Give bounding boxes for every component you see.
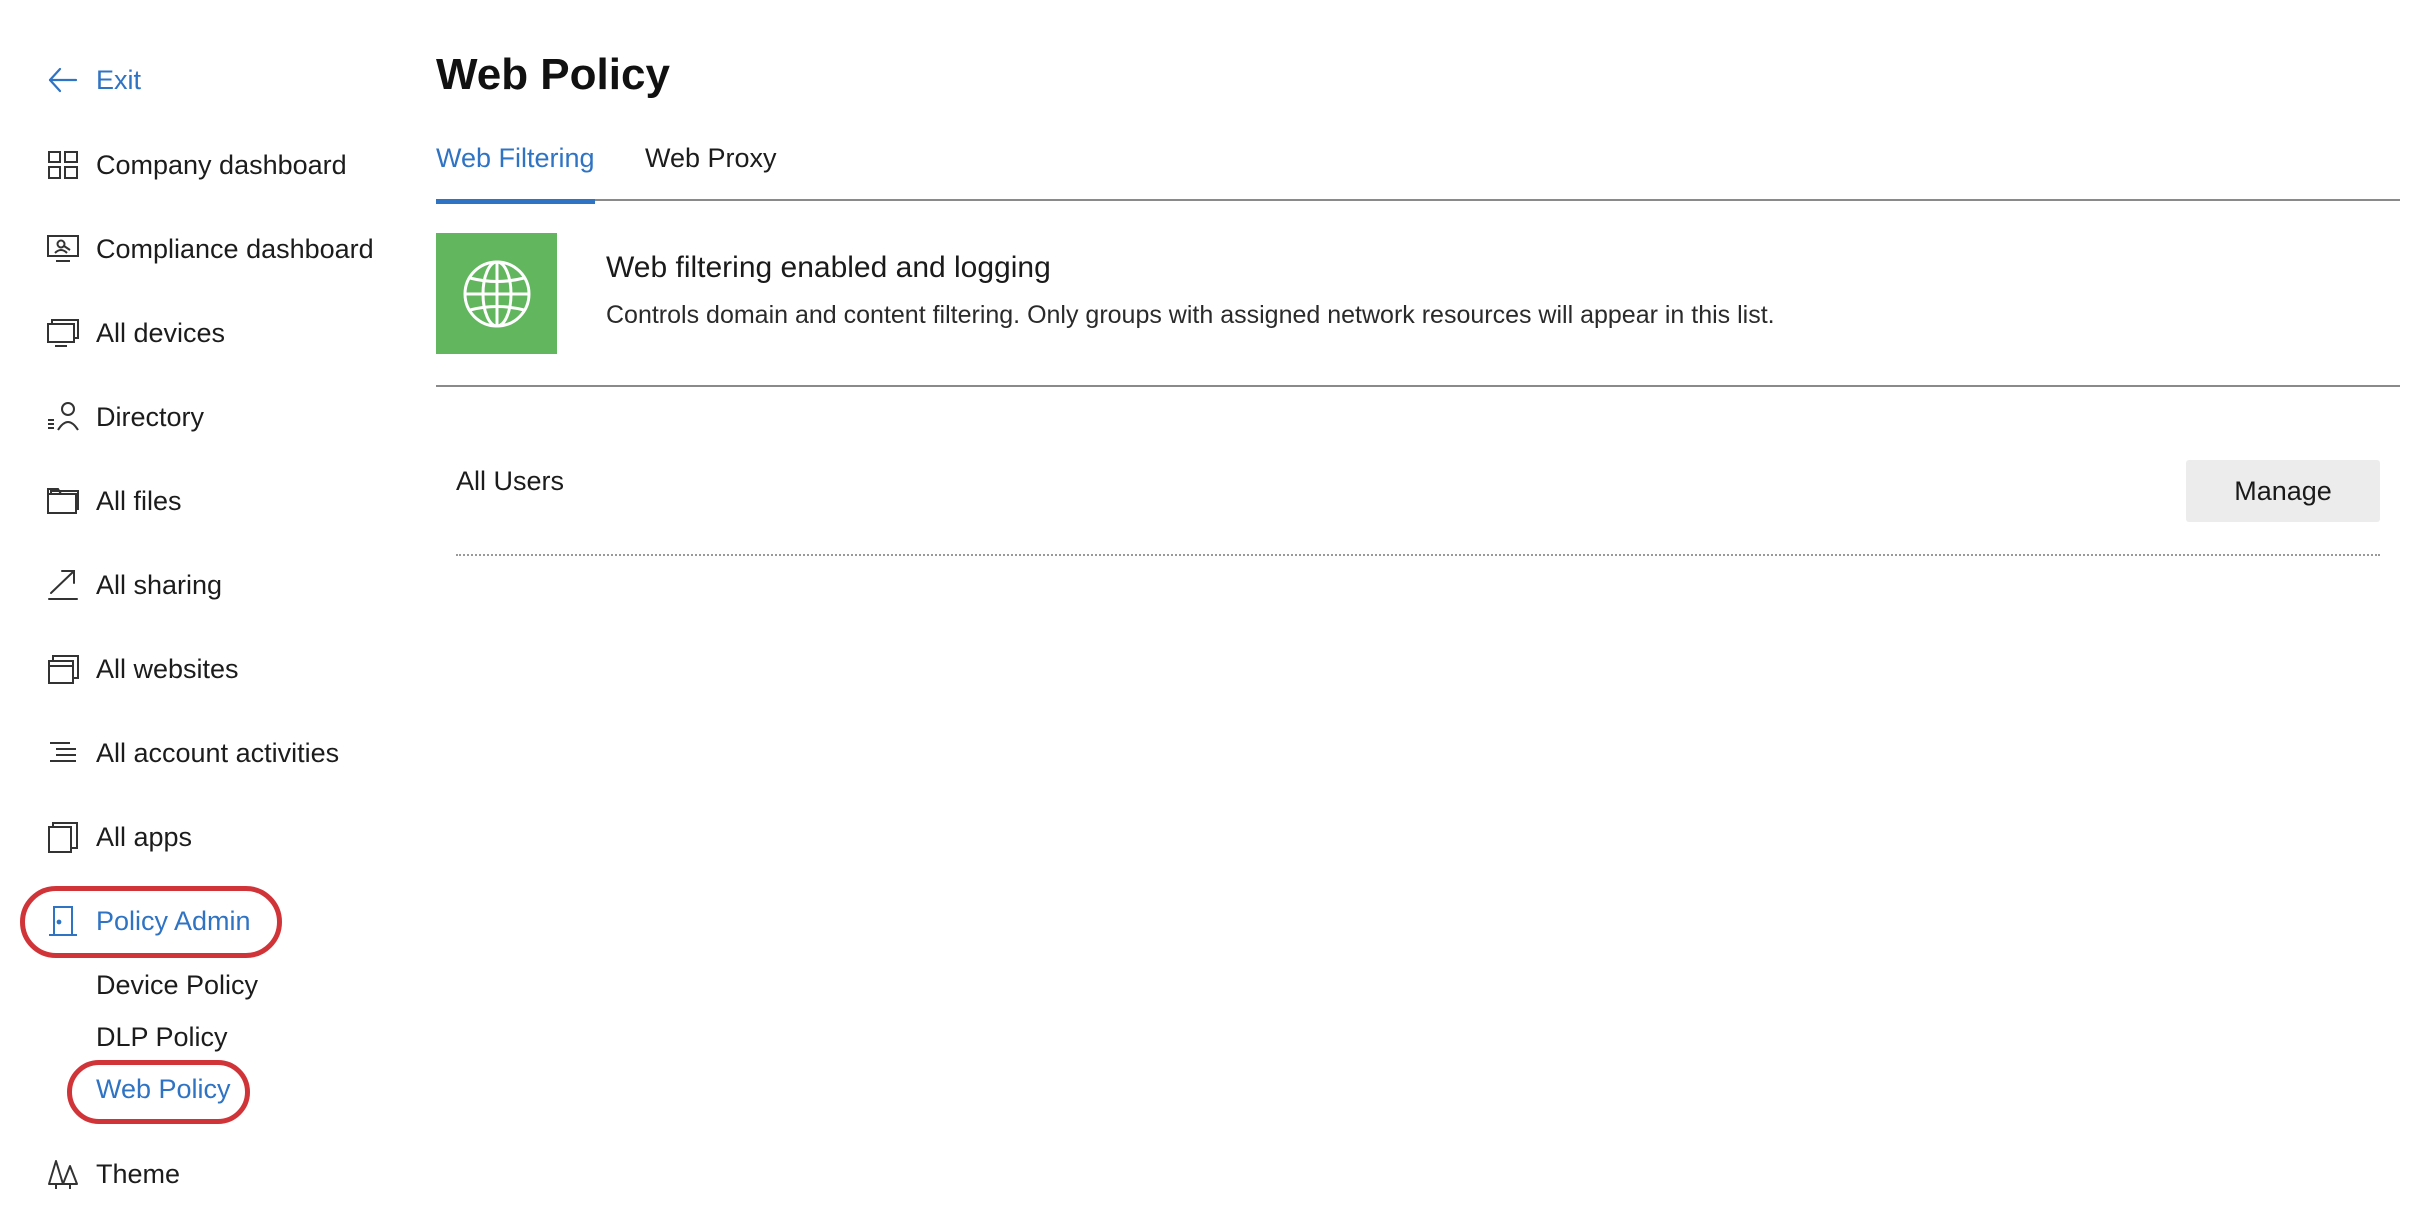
- tab-bar: Web Filtering Web Proxy: [436, 135, 2400, 204]
- feature-title: Web filtering enabled and logging: [606, 251, 1051, 284]
- feature-summary: Web filtering enabled and logging Contro…: [436, 233, 2400, 387]
- sidebar-item-label: All devices: [96, 317, 226, 348]
- page-title: Web Policy: [436, 50, 670, 99]
- exit-label: Exit: [96, 64, 142, 95]
- sidebar-item-label: Company dashboard: [96, 149, 347, 180]
- sidebar-item-directory[interactable]: Directory: [46, 389, 204, 445]
- sidebar-item-label: All sharing: [96, 569, 223, 600]
- sidebar-item-all-websites[interactable]: All websites: [46, 641, 239, 697]
- dashboard-grid-icon: [46, 148, 80, 182]
- sidebar-item-theme[interactable]: Theme: [46, 1146, 180, 1202]
- feature-description: Controls domain and content filtering. O…: [606, 301, 1775, 329]
- exit-link[interactable]: Exit: [46, 52, 141, 108]
- monitor-user-icon: [46, 232, 80, 266]
- sidebar-subitem-dlp-policy[interactable]: DLP Policy: [96, 1015, 228, 1059]
- group-name: All Users: [456, 466, 565, 496]
- sidebar-item-company-dashboard[interactable]: Company dashboard: [46, 137, 347, 193]
- sidebar-item-label: Compliance dashboard: [96, 233, 374, 264]
- person-list-icon: [46, 400, 80, 434]
- main-content: Web Policy Web Filtering Web Proxy Web f…: [436, 0, 2400, 1216]
- apps-icon: [46, 820, 80, 854]
- sidebar-item-policy-admin[interactable]: Policy Admin: [46, 893, 251, 949]
- tab-web-proxy[interactable]: Web Proxy: [645, 143, 777, 201]
- share-arrow-icon: [46, 568, 80, 602]
- sidebar-item-all-devices[interactable]: All devices: [46, 305, 225, 361]
- activity-list-icon: [46, 736, 80, 770]
- sidebar-subitem-label: Device Policy: [96, 969, 259, 1000]
- trees-icon: [46, 1157, 80, 1191]
- sidebar-subitem-web-policy[interactable]: Web Policy: [96, 1067, 231, 1111]
- sidebar-item-label: Policy Admin: [96, 905, 251, 936]
- sidebar-item-label: All account activities: [96, 737, 340, 768]
- sidebar-item-all-account-activities[interactable]: All account activities: [46, 725, 339, 781]
- sidebar-item-compliance-dashboard[interactable]: Compliance dashboard: [46, 221, 374, 277]
- devices-icon: [46, 316, 80, 350]
- sidebar-item-all-sharing[interactable]: All sharing: [46, 557, 222, 613]
- tab-web-filtering[interactable]: Web Filtering: [436, 143, 595, 204]
- door-icon: [46, 904, 80, 938]
- sidebar-item-all-files[interactable]: All files: [46, 473, 182, 529]
- sidebar: Exit Company dashboard Compliance dashbo…: [0, 0, 420, 1216]
- sidebar-subitem-device-policy[interactable]: Device Policy: [96, 963, 258, 1007]
- sidebar-item-all-apps[interactable]: All apps: [46, 809, 192, 865]
- sidebar-item-label: All apps: [96, 821, 193, 852]
- sidebar-item-label: Directory: [96, 401, 205, 432]
- sidebar-item-label: Theme: [96, 1158, 181, 1189]
- sidebar-subitem-label: Web Policy: [96, 1073, 231, 1104]
- back-arrow-icon: [46, 63, 80, 97]
- browser-windows-icon: [46, 652, 80, 686]
- sidebar-item-label: All websites: [96, 653, 239, 684]
- globe-icon: [436, 233, 557, 354]
- table-row: All Users Manage: [456, 446, 2380, 556]
- manage-button[interactable]: Manage: [2186, 460, 2380, 522]
- folder-icon: [46, 484, 80, 518]
- sidebar-item-label: All files: [96, 485, 182, 516]
- sidebar-subitem-label: DLP Policy: [96, 1021, 228, 1052]
